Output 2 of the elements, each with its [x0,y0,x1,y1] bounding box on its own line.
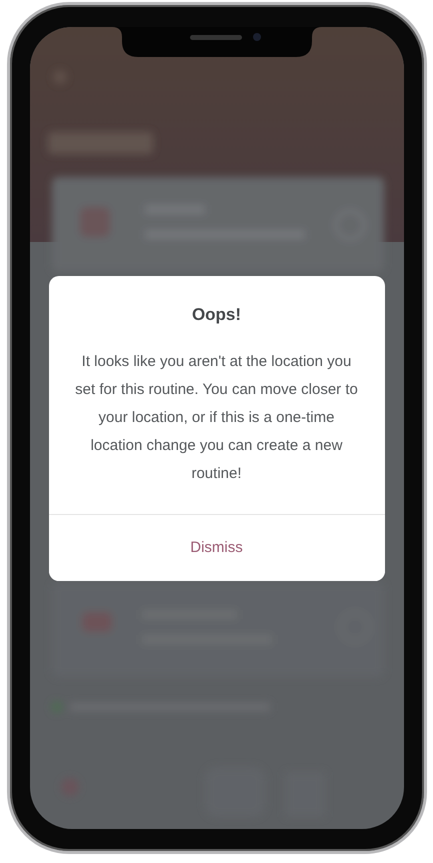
dialog-title: Oops! [190,304,242,326]
dialog-message: It looks like you aren't at the location you set for this routine. You can move closer to your location, or if this is a one-time location change you can create a new routine! [74,352,358,484]
